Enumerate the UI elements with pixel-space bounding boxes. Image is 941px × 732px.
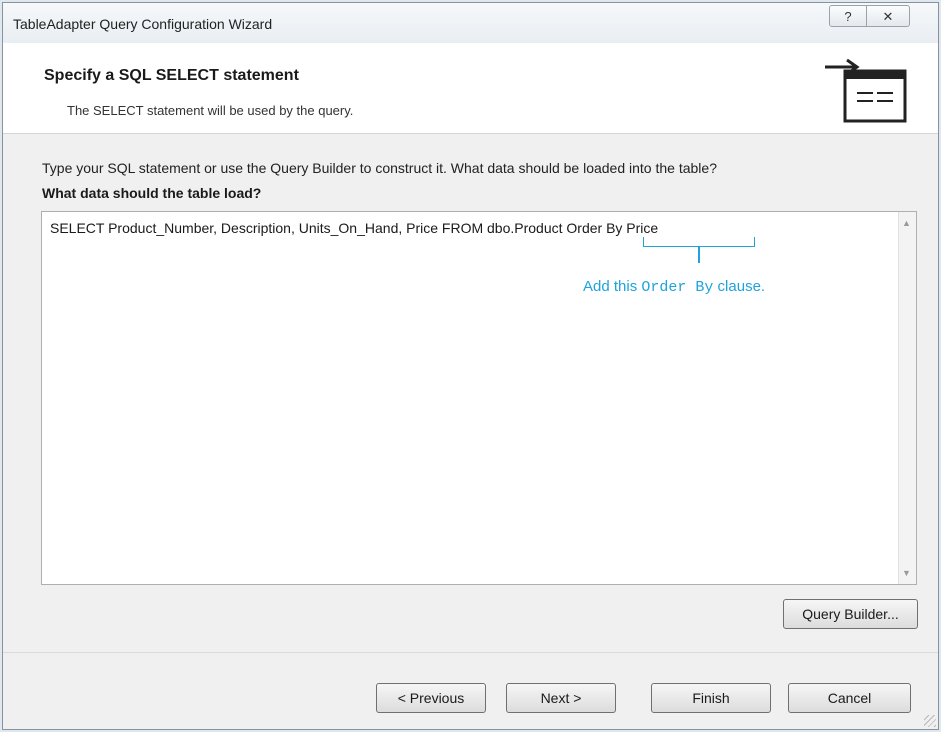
- window-title: TableAdapter Query Configuration Wizard: [13, 16, 273, 32]
- sql-statement-icon: [825, 58, 907, 123]
- page-subtitle: The SELECT statement will be used by the…: [67, 103, 354, 118]
- annotation-bracket: [643, 237, 755, 247]
- order-by-annotation: Add this Order By clause.: [583, 278, 765, 296]
- scroll-up-icon[interactable]: ▲: [902, 218, 911, 228]
- close-button[interactable]: ✕: [866, 5, 910, 27]
- vertical-scrollbar[interactable]: ▲ ▼: [898, 212, 916, 584]
- instructions-text: Type your SQL statement or use the Query…: [42, 160, 717, 176]
- query-builder-button[interactable]: Query Builder...: [783, 599, 918, 629]
- sql-statement-textarea[interactable]: SELECT Product_Number, Description, Unit…: [41, 211, 917, 585]
- cancel-button[interactable]: Cancel: [788, 683, 911, 713]
- finish-button[interactable]: Finish: [651, 683, 771, 713]
- previous-button[interactable]: < Previous: [376, 683, 486, 713]
- wizard-header: Specify a SQL SELECT statement The SELEC…: [3, 43, 938, 134]
- close-icon: ✕: [882, 9, 894, 24]
- resize-grip-icon[interactable]: [924, 715, 936, 727]
- sql-statement-text[interactable]: SELECT Product_Number, Description, Unit…: [50, 220, 658, 236]
- annotation-prefix: Add this: [583, 278, 642, 295]
- help-icon: ?: [844, 9, 852, 24]
- page-title: Specify a SQL SELECT statement: [44, 67, 299, 84]
- wizard-content: Type your SQL statement or use the Query…: [3, 134, 938, 729]
- annotation-suffix: clause.: [713, 278, 766, 295]
- help-button[interactable]: ?: [829, 5, 867, 27]
- annotation-bracket-stem: [698, 247, 700, 263]
- wizard-window: TableAdapter Query Configuration Wizard …: [2, 2, 939, 730]
- annotation-code: Order By: [641, 279, 714, 296]
- title-bar: TableAdapter Query Configuration Wizard …: [3, 3, 938, 43]
- data-question-label: What data should the table load?: [42, 185, 262, 201]
- footer-divider: [3, 652, 938, 653]
- scroll-down-icon[interactable]: ▼: [902, 568, 911, 578]
- next-button[interactable]: Next >: [506, 683, 616, 713]
